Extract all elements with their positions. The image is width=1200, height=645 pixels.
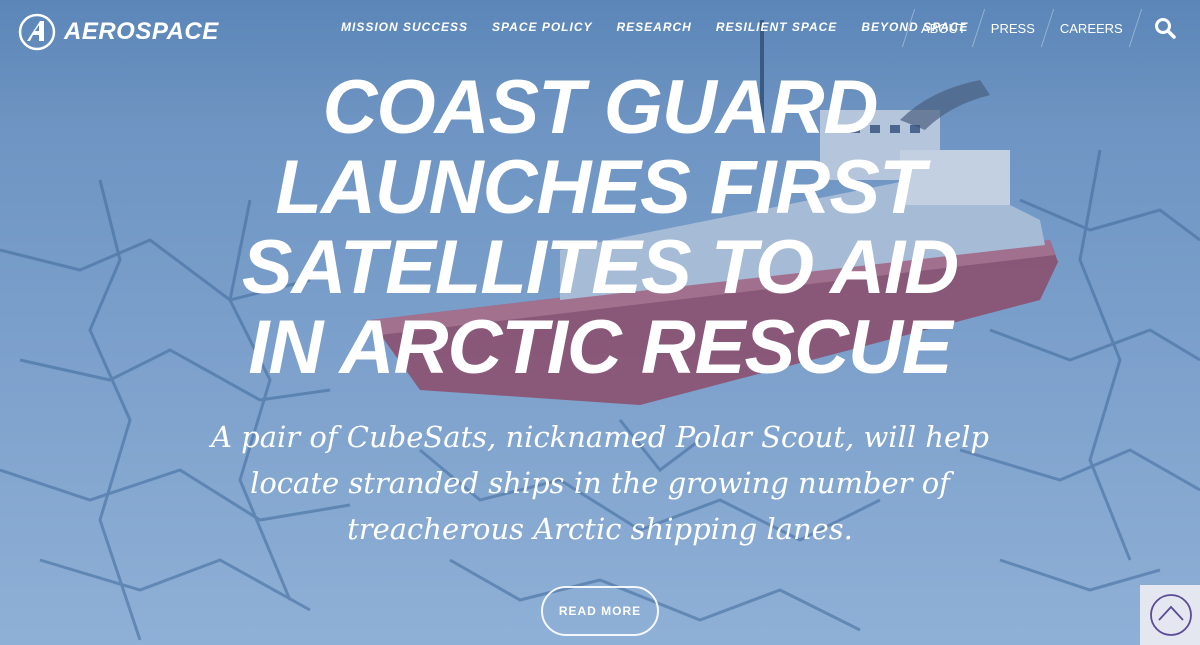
logo[interactable]: AEROSPACE <box>18 12 219 52</box>
top-navigation: AEROSPACE MISSION SUCCESS SPACE POLICY R… <box>0 0 1200 58</box>
nav-link-resilient-space[interactable]: RESILIENT SPACE <box>716 20 837 34</box>
primary-nav: MISSION SUCCESS SPACE POLICY RESEARCH RE… <box>341 20 992 34</box>
secondary-nav: ABOUT PRESS CAREERS <box>896 9 1176 47</box>
search-icon[interactable] <box>1154 17 1176 39</box>
nav-divider <box>1128 9 1142 47</box>
read-more-button[interactable]: READ MORE <box>541 586 659 636</box>
hero-subtitle: A pair of CubeSats, nicknamed Polar Scou… <box>210 420 989 546</box>
nav-divider <box>1040 9 1055 47</box>
nav-link-research[interactable]: RESEARCH <box>617 20 692 34</box>
nav-link-about[interactable]: ABOUT <box>921 21 966 36</box>
scroll-to-top-button[interactable] <box>1140 585 1200 645</box>
nav-divider <box>901 9 916 47</box>
hero-headline: COAST GUARD LAUNCHES FIRST SATELLITES TO… <box>241 65 959 390</box>
aerospace-logo-icon <box>18 13 56 51</box>
nav-divider <box>971 9 985 47</box>
nav-link-mission-success[interactable]: MISSION SUCCESS <box>341 20 468 34</box>
nav-link-press[interactable]: PRESS <box>991 21 1035 36</box>
nav-link-space-policy[interactable]: SPACE POLICY <box>492 20 592 34</box>
nav-link-careers[interactable]: CAREERS <box>1060 21 1123 36</box>
chevron-up-circle-icon <box>1150 594 1192 636</box>
brand-name: AEROSPACE <box>64 18 219 45</box>
